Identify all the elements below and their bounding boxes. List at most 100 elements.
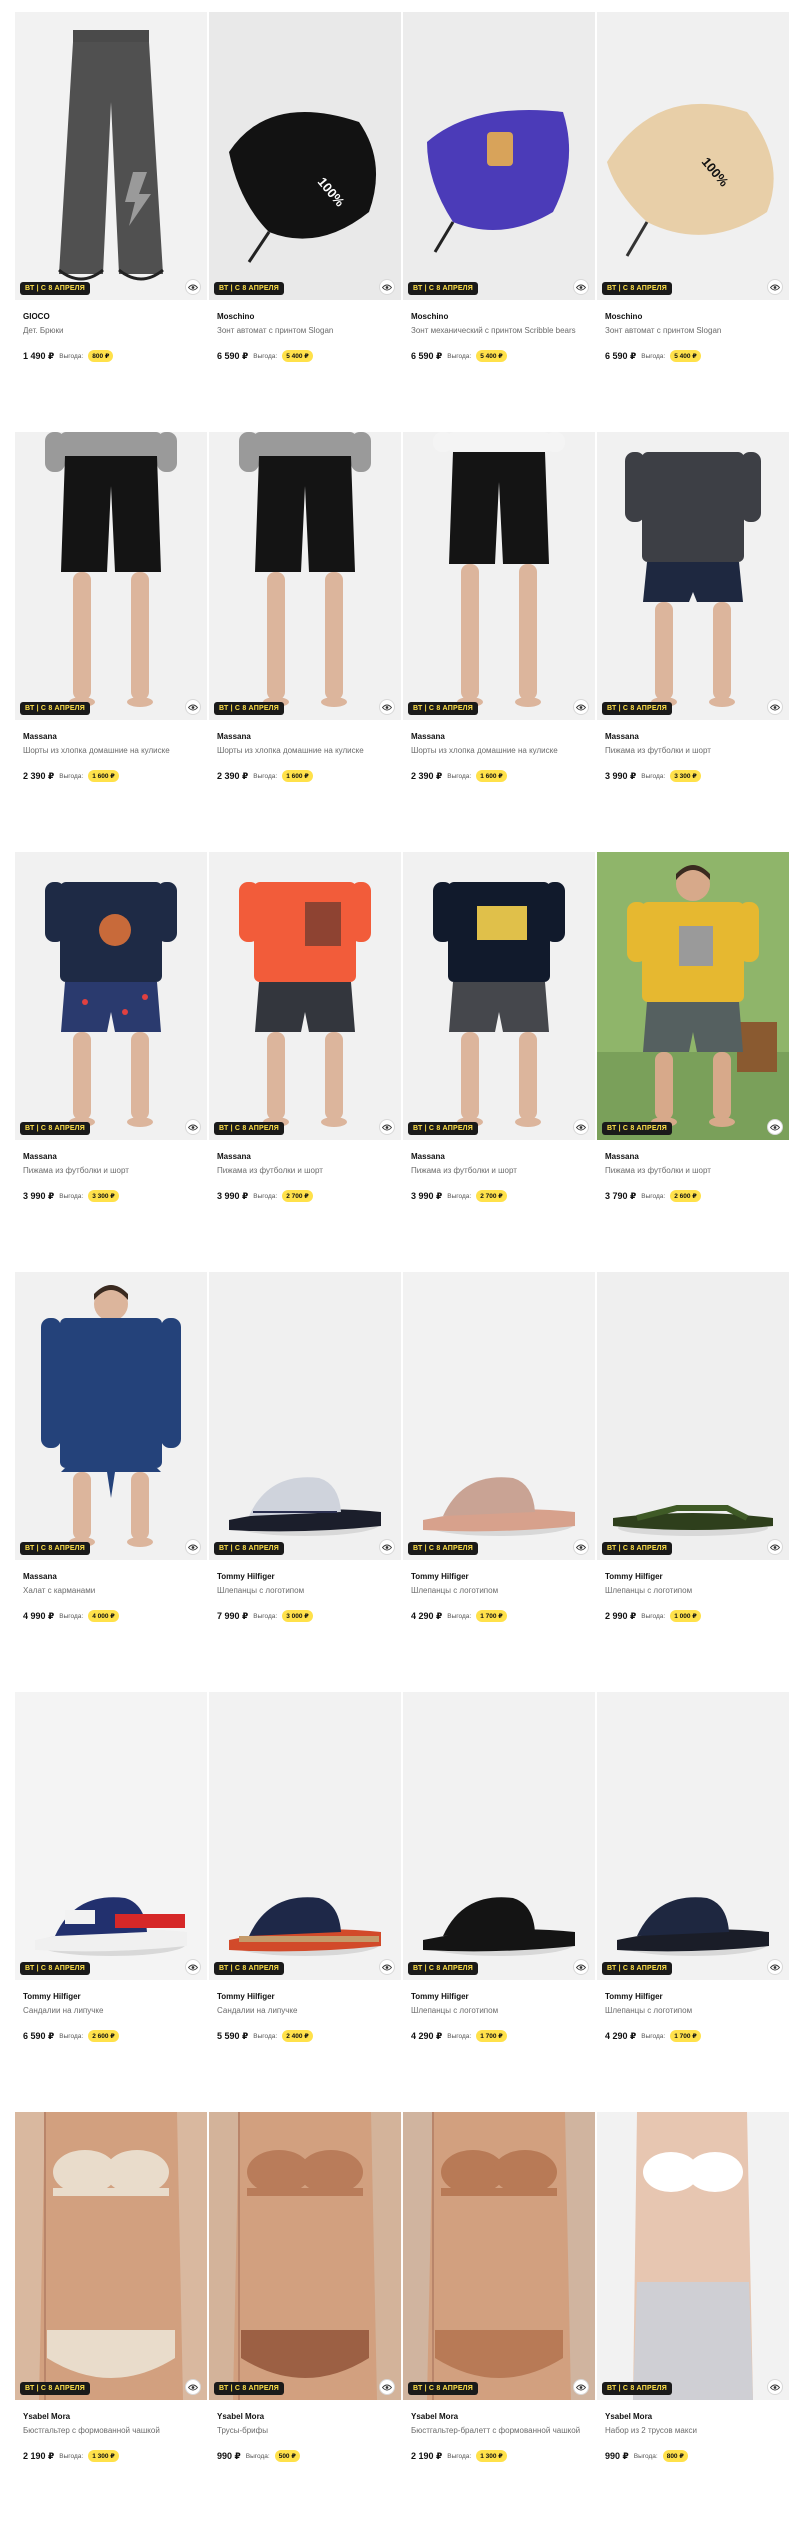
product-photo[interactable]: ВТ | С 8 АПРЕЛЯ bbox=[209, 1692, 401, 1980]
product-card[interactable]: ВТ | С 8 АПРЕЛЯ Ysabel Mora Трусы-брифы … bbox=[209, 2112, 401, 2532]
product-brand[interactable]: Massana bbox=[23, 1572, 199, 1584]
product-photo[interactable]: ВТ | С 8 АПРЕЛЯ bbox=[15, 432, 207, 720]
quick-view-eye-icon[interactable] bbox=[379, 1539, 395, 1555]
product-photo[interactable]: ВТ | С 8 АПРЕЛЯ bbox=[403, 852, 595, 1140]
product-card[interactable]: 100% ВТ | С 8 АПРЕЛЯ Moschino Зонт автом… bbox=[597, 12, 789, 432]
product-brand[interactable]: Moschino bbox=[411, 312, 587, 324]
product-brand[interactable]: Tommy Hilfiger bbox=[217, 1992, 393, 2004]
product-photo[interactable]: ВТ | С 8 АПРЕЛЯ bbox=[597, 1272, 789, 1560]
quick-view-eye-icon[interactable] bbox=[573, 2379, 589, 2395]
product-title[interactable]: Шлепанцы с логотипом bbox=[411, 1586, 587, 1598]
product-title[interactable]: Пижама из футболки и шорт bbox=[217, 1166, 393, 1178]
product-brand[interactable]: Massana bbox=[217, 732, 393, 744]
product-photo[interactable]: ВТ | С 8 АПРЕЛЯ bbox=[597, 432, 789, 720]
product-photo[interactable]: ВТ | С 8 АПРЕЛЯ bbox=[597, 2112, 789, 2400]
product-brand[interactable]: Tommy Hilfiger bbox=[605, 1572, 781, 1584]
product-card[interactable]: ВТ | С 8 АПРЕЛЯ Ysabel Mora Бюстгальтер … bbox=[15, 2112, 207, 2532]
product-brand[interactable]: Ysabel Mora bbox=[217, 2412, 393, 2424]
product-card[interactable]: ВТ | С 8 АПРЕЛЯ Massana Пижама из футбол… bbox=[403, 852, 595, 1272]
quick-view-eye-icon[interactable] bbox=[185, 1959, 201, 1975]
product-photo[interactable]: ВТ | С 8 АПРЕЛЯ bbox=[403, 12, 595, 300]
product-photo[interactable]: ВТ | С 8 АПРЕЛЯ bbox=[403, 1272, 595, 1560]
product-card[interactable]: ВТ | С 8 АПРЕЛЯ Massana Пижама из футбол… bbox=[209, 852, 401, 1272]
product-title[interactable]: Дет. Брюки bbox=[23, 326, 199, 338]
product-card[interactable]: ВТ | С 8 АПРЕЛЯ Tommy Hilfiger Шлепанцы … bbox=[209, 1272, 401, 1692]
quick-view-eye-icon[interactable] bbox=[573, 279, 589, 295]
product-title[interactable]: Пижама из футболки и шорт bbox=[605, 746, 781, 758]
product-brand[interactable]: Massana bbox=[411, 1152, 587, 1164]
product-photo[interactable]: ВТ | С 8 АПРЕЛЯ bbox=[15, 12, 207, 300]
quick-view-eye-icon[interactable] bbox=[573, 1119, 589, 1135]
product-brand[interactable]: Massana bbox=[605, 1152, 781, 1164]
product-brand[interactable]: Massana bbox=[217, 1152, 393, 1164]
product-photo[interactable]: 100% ВТ | С 8 АПРЕЛЯ bbox=[597, 12, 789, 300]
product-card[interactable]: ВТ | С 8 АПРЕЛЯ Tommy Hilfiger Сандалии … bbox=[209, 1692, 401, 2112]
product-photo[interactable]: ВТ | С 8 АПРЕЛЯ bbox=[403, 1692, 595, 1980]
product-card[interactable]: ВТ | С 8 АПРЕЛЯ Massana Шорты из хлопка … bbox=[15, 432, 207, 852]
product-photo[interactable]: ВТ | С 8 АПРЕЛЯ bbox=[15, 1692, 207, 1980]
product-title[interactable]: Шорты из хлопка домашние на кулиске bbox=[217, 746, 393, 758]
product-card[interactable]: ВТ | С 8 АПРЕЛЯ Massana Пижама из футбол… bbox=[597, 852, 789, 1272]
product-card[interactable]: ВТ | С 8 АПРЕЛЯ Tommy Hilfiger Шлепанцы … bbox=[403, 1272, 595, 1692]
quick-view-eye-icon[interactable] bbox=[767, 1959, 783, 1975]
quick-view-eye-icon[interactable] bbox=[379, 2379, 395, 2395]
product-title[interactable]: Пижама из футболки и шорт bbox=[23, 1166, 199, 1178]
quick-view-eye-icon[interactable] bbox=[185, 2379, 201, 2395]
product-card[interactable]: ВТ | С 8 АПРЕЛЯ Massana Халат с карманам… bbox=[15, 1272, 207, 1692]
product-card[interactable]: ВТ | С 8 АПРЕЛЯ Massana Шорты из хлопка … bbox=[403, 432, 595, 852]
product-photo[interactable]: ВТ | С 8 АПРЕЛЯ bbox=[15, 1272, 207, 1560]
product-photo[interactable]: ВТ | С 8 АПРЕЛЯ bbox=[15, 2112, 207, 2400]
product-title[interactable]: Шорты из хлопка домашние на кулиске bbox=[411, 746, 587, 758]
product-title[interactable]: Пижама из футболки и шорт bbox=[411, 1166, 587, 1178]
product-photo[interactable]: ВТ | С 8 АПРЕЛЯ bbox=[209, 852, 401, 1140]
product-photo[interactable]: ВТ | С 8 АПРЕЛЯ bbox=[597, 852, 789, 1140]
product-title[interactable]: Набор из 2 трусов макси bbox=[605, 2426, 781, 2438]
product-title[interactable]: Шлепанцы с логотипом bbox=[411, 2006, 587, 2018]
product-brand[interactable]: Tommy Hilfiger bbox=[217, 1572, 393, 1584]
quick-view-eye-icon[interactable] bbox=[767, 1119, 783, 1135]
product-photo[interactable]: ВТ | С 8 АПРЕЛЯ bbox=[209, 1272, 401, 1560]
quick-view-eye-icon[interactable] bbox=[379, 699, 395, 715]
quick-view-eye-icon[interactable] bbox=[185, 1539, 201, 1555]
product-brand[interactable]: Moschino bbox=[605, 312, 781, 324]
product-title[interactable]: Бюстгальтер-бралетт с формованной чашкой bbox=[411, 2426, 587, 2438]
product-title[interactable]: Зонт механический с принтом Scribble bea… bbox=[411, 326, 587, 338]
quick-view-eye-icon[interactable] bbox=[573, 1959, 589, 1975]
product-title[interactable]: Трусы-брифы bbox=[217, 2426, 393, 2438]
product-brand[interactable]: Massana bbox=[605, 732, 781, 744]
quick-view-eye-icon[interactable] bbox=[767, 699, 783, 715]
quick-view-eye-icon[interactable] bbox=[185, 279, 201, 295]
product-card[interactable]: ВТ | С 8 АПРЕЛЯ Tommy Hilfiger Шлепанцы … bbox=[597, 1272, 789, 1692]
product-brand[interactable]: Massana bbox=[23, 1152, 199, 1164]
product-title[interactable]: Бюстгальтер с формованной чашкой bbox=[23, 2426, 199, 2438]
product-photo[interactable]: ВТ | С 8 АПРЕЛЯ bbox=[403, 2112, 595, 2400]
product-brand[interactable]: Ysabel Mora bbox=[411, 2412, 587, 2424]
product-brand[interactable]: Massana bbox=[23, 732, 199, 744]
product-title[interactable]: Зонт автомат с принтом Slogan bbox=[605, 326, 781, 338]
product-card[interactable]: ВТ | С 8 АПРЕЛЯ Ysabel Mora Бюстгальтер-… bbox=[403, 2112, 595, 2532]
quick-view-eye-icon[interactable] bbox=[185, 699, 201, 715]
quick-view-eye-icon[interactable] bbox=[573, 699, 589, 715]
product-brand[interactable]: Tommy Hilfiger bbox=[411, 1992, 587, 2004]
quick-view-eye-icon[interactable] bbox=[767, 2379, 783, 2395]
product-card[interactable]: ВТ | С 8 АПРЕЛЯ Tommy Hilfiger Шлепанцы … bbox=[403, 1692, 595, 2112]
product-brand[interactable]: Massana bbox=[411, 732, 587, 744]
product-title[interactable]: Пижама из футболки и шорт bbox=[605, 1166, 781, 1178]
product-card[interactable]: ВТ | С 8 АПРЕЛЯ Ysabel Mora Набор из 2 т… bbox=[597, 2112, 789, 2532]
quick-view-eye-icon[interactable] bbox=[185, 1119, 201, 1135]
product-title[interactable]: Зонт автомат с принтом Slogan bbox=[217, 326, 393, 338]
product-title[interactable]: Сандалии на липучке bbox=[23, 2006, 199, 2018]
product-title[interactable]: Шлепанцы с логотипом bbox=[605, 2006, 781, 2018]
quick-view-eye-icon[interactable] bbox=[573, 1539, 589, 1555]
product-photo[interactable]: ВТ | С 8 АПРЕЛЯ bbox=[209, 2112, 401, 2400]
product-card[interactable]: ВТ | С 8 АПРЕЛЯ Tommy Hilfiger Сандалии … bbox=[15, 1692, 207, 2112]
product-photo[interactable]: ВТ | С 8 АПРЕЛЯ bbox=[403, 432, 595, 720]
product-card[interactable]: ВТ | С 8 АПРЕЛЯ Tommy Hilfiger Шлепанцы … bbox=[597, 1692, 789, 2112]
product-title[interactable]: Шлепанцы с логотипом bbox=[605, 1586, 781, 1598]
product-brand[interactable]: Moschino bbox=[217, 312, 393, 324]
product-photo[interactable]: 100% ВТ | С 8 АПРЕЛЯ bbox=[209, 12, 401, 300]
product-card[interactable]: ВТ | С 8 АПРЕЛЯ GIOCO Дет. Брюки 1 490 ₽… bbox=[15, 12, 207, 432]
product-title[interactable]: Сандалии на липучке bbox=[217, 2006, 393, 2018]
product-brand[interactable]: Tommy Hilfiger bbox=[411, 1572, 587, 1584]
product-card[interactable]: ВТ | С 8 АПРЕЛЯ Massana Шорты из хлопка … bbox=[209, 432, 401, 852]
